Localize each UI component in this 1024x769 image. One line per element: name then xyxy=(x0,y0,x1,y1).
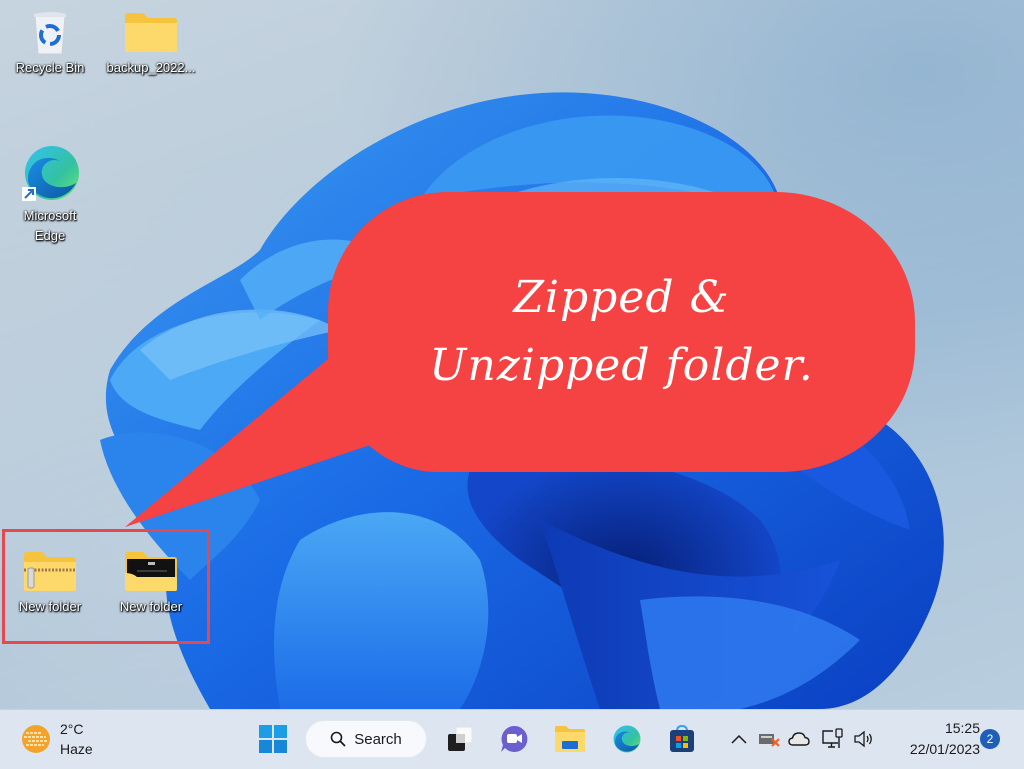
weather-widget[interactable]: 2°C Haze xyxy=(20,718,93,760)
store-icon xyxy=(670,724,694,752)
weather-temperature: 2°C xyxy=(60,721,84,737)
taskbar-store[interactable] xyxy=(665,722,699,756)
weather-condition: Haze xyxy=(60,741,93,757)
task-view-icon xyxy=(448,726,473,751)
desktop: Recycle Bin backup_2022... Microsoft Edg… xyxy=(0,0,1024,709)
tray-onedrive[interactable] xyxy=(787,726,811,752)
annotation-line-1: Zipped & xyxy=(513,272,730,323)
taskbar-file-explorer[interactable] xyxy=(553,722,587,756)
edge-icon xyxy=(613,725,641,753)
onedrive-cloud-icon xyxy=(788,732,810,746)
taskbar-task-view[interactable] xyxy=(443,722,477,756)
tray-ethernet[interactable] xyxy=(820,726,846,752)
notification-badge[interactable]: 2 xyxy=(980,729,1000,749)
tray-network-status[interactable] xyxy=(757,726,781,752)
search-button[interactable]: Search xyxy=(305,720,427,758)
annotation-line-2: Unzipped folder. xyxy=(429,340,814,391)
ethernet-icon xyxy=(822,728,843,748)
volume-icon xyxy=(854,730,872,748)
windows-start-icon xyxy=(259,725,287,753)
tray-volume[interactable] xyxy=(851,726,877,752)
chevron-up-icon xyxy=(731,734,747,744)
speech-bubble: Zipped & Unzipped folder. xyxy=(328,192,915,472)
taskbar-teams-chat[interactable] xyxy=(497,722,531,756)
tray-overflow-button[interactable] xyxy=(728,726,750,752)
clock[interactable]: 15:25 22/01/2023 xyxy=(910,718,980,760)
search-label: Search xyxy=(354,730,402,748)
clock-date: 22/01/2023 xyxy=(909,741,980,757)
start-button[interactable] xyxy=(256,722,290,756)
search-icon xyxy=(330,731,346,747)
teams-chat-icon xyxy=(501,725,528,752)
haze-weather-icon xyxy=(22,725,50,753)
network-disconnected-icon xyxy=(759,734,780,747)
file-explorer-icon xyxy=(555,726,585,752)
clock-time: 15:25 xyxy=(944,720,980,736)
taskbar-edge[interactable] xyxy=(609,722,643,756)
taskbar: 2°C Haze Search 15:25 22/01/2023 2 xyxy=(0,709,1024,769)
